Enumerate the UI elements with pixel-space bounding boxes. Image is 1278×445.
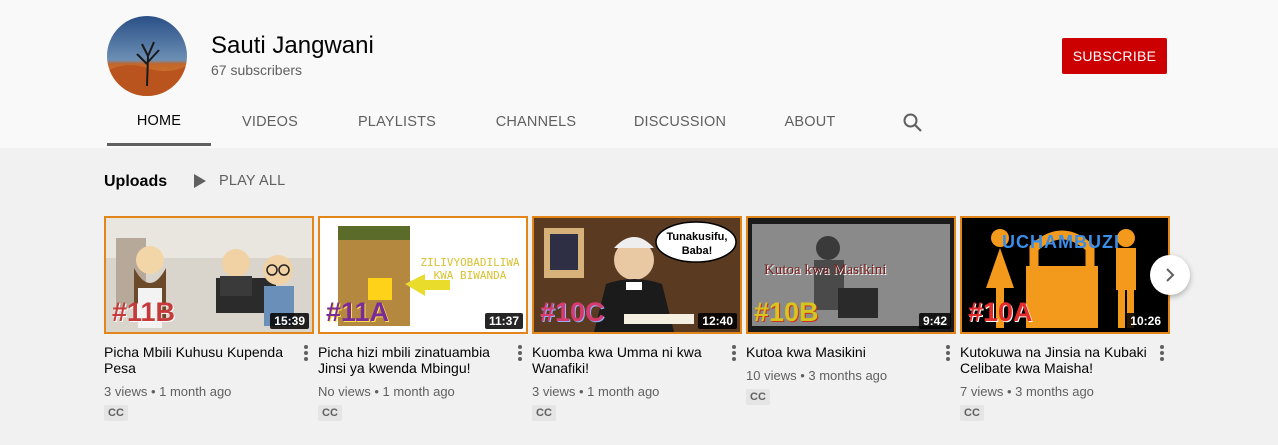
thumb-tag: #11A [326,297,390,327]
chevron-right-icon [1166,268,1175,282]
video-thumbnail[interactable]: Tunakusifu, Baba! #10C 12:40 [532,216,742,334]
more-options-icon[interactable] [730,344,738,362]
video-meta: 10 views • 3 months ago [746,368,888,383]
cc-badge: CC [960,405,984,421]
channel-tabs: HOME VIDEOS PLAYLISTS CHANNELS DISCUSSIO… [107,98,867,148]
video-title[interactable]: Kuomba kwa Umma ni kwa Wanafiki! [532,344,722,376]
channel-avatar[interactable] [107,16,187,96]
video-thumbnail[interactable]: ZILIVYOBADILIWA KWA BIWANDA #11A 11:37 [318,216,528,334]
video-duration: 12:40 [698,313,737,329]
video-title[interactable]: Kutokuwa na Jinsia na Kubaki Celibate kw… [960,344,1150,376]
thumb-tag: #10B [754,297,819,327]
section-title: Uploads [104,173,168,190]
video-thumbnail[interactable]: Kutoa kwa Masikini #10B 9:42 [746,216,956,334]
search-icon[interactable] [902,112,924,134]
more-options-icon[interactable] [516,344,524,362]
video-duration: 10:26 [1126,313,1165,329]
tab-discussion[interactable]: DISCUSSION [607,98,753,146]
tab-playlists[interactable]: PLAYLISTS [329,98,465,146]
tab-channels[interactable]: CHANNELS [465,98,607,146]
channel-header: Sauti Jangwani 67 subscribers SUBSCRIBE … [0,0,1278,148]
video-card: UCHAMBUZI #10A 10:26 Kutokuwa na Jinsia … [960,216,1170,421]
thumb-tag: #10A [968,297,1033,327]
thumb-caption: Kutoa kwa Masikini [764,262,887,278]
video-meta: 7 views • 3 months ago [960,384,1094,399]
subscribe-button[interactable]: SUBSCRIBE [1062,38,1167,74]
video-meta: 3 views • 1 month ago [104,384,232,399]
video-title[interactable]: Picha Mbili Kuhusu Kupenda Pesa [104,344,294,376]
video-duration: 11:37 [484,313,523,329]
cc-badge: CC [532,405,556,421]
more-options-icon[interactable] [1158,344,1166,362]
video-card: #11B 15:39 Picha Mbili Kuhusu Kupenda Pe… [104,216,314,421]
video-card: ZILIVYOBADILIWA KWA BIWANDA #11A 11:37 P… [318,216,528,421]
video-thumbnail[interactable]: UCHAMBUZI #10A 10:26 [960,216,1170,334]
video-duration: 15:39 [270,313,309,329]
thumb-caption: Tunakusifu, Baba! [666,231,728,257]
video-thumbnail[interactable]: #11B 15:39 [104,216,314,334]
video-title[interactable]: Kutoa kwa Masikini [746,344,936,360]
video-card: Kutoa kwa Masikini #10B 9:42 Kutoa kwa M… [746,216,956,405]
video-meta: 3 views • 1 month ago [532,384,660,399]
play-all-label: PLAY ALL [219,173,286,189]
cc-badge: CC [318,405,342,421]
video-card: Tunakusifu, Baba! #10C 12:40 Kuomba kwa … [532,216,742,421]
channel-name: Sauti Jangwani [211,32,374,59]
cc-badge: CC [746,389,770,405]
more-options-icon[interactable] [302,344,310,362]
next-arrow-button[interactable] [1150,255,1190,295]
thumb-tag: #11B [112,297,176,327]
video-title[interactable]: Picha hizi mbili zinatuambia Jinsi ya kw… [318,344,508,376]
tab-about[interactable]: ABOUT [753,98,867,146]
tab-videos[interactable]: VIDEOS [211,98,329,146]
more-options-icon[interactable] [944,344,952,362]
thumb-tag: #10C [540,297,605,327]
thumb-caption: ZILIVYOBADILIWA KWA BIWANDA [420,256,520,282]
cc-badge: CC [104,405,128,421]
play-icon [194,174,206,188]
tab-home[interactable]: HOME [107,98,211,146]
video-meta: No views • 1 month ago [318,384,455,399]
video-duration: 9:42 [918,313,951,329]
subscriber-count: 67 subscribers [211,62,303,78]
play-all-button[interactable]: PLAY ALL [193,173,285,189]
thumb-caption: UCHAMBUZI [1002,232,1120,252]
